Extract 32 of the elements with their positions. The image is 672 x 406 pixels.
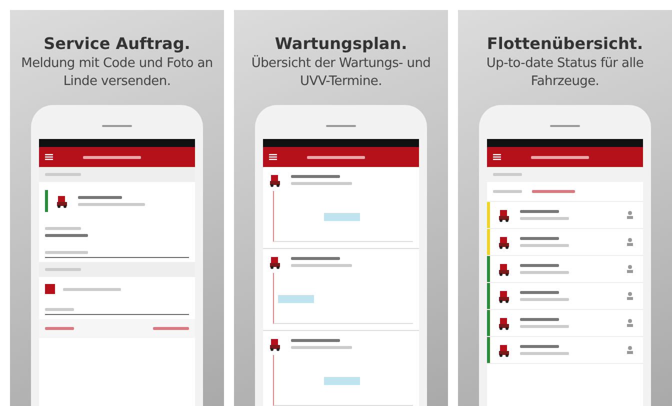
menu-icon[interactable] bbox=[269, 154, 277, 160]
forklift-icon bbox=[269, 255, 283, 270]
menu-icon[interactable] bbox=[493, 154, 501, 160]
person-icon[interactable] bbox=[625, 210, 635, 220]
person-icon[interactable] bbox=[625, 345, 635, 356]
forklift-icon bbox=[498, 289, 512, 304]
vehicle-row[interactable] bbox=[487, 256, 643, 284]
panel-subtitle: Meldung mit Code und Foto an Linde versenden. bbox=[20, 55, 214, 92]
vehicle-row[interactable] bbox=[487, 229, 643, 256]
vehicle-row[interactable] bbox=[487, 337, 643, 364]
person-icon[interactable] bbox=[625, 264, 635, 274]
forklift-icon bbox=[498, 316, 512, 330]
forklift-icon bbox=[269, 173, 283, 188]
panel-title: Wartungsplan. bbox=[274, 34, 408, 53]
vehicle-row[interactable] bbox=[487, 202, 643, 230]
panel-title: Flottenübersicht. bbox=[486, 34, 644, 53]
vehicle-row[interactable] bbox=[487, 310, 643, 338]
forklift-icon bbox=[498, 343, 512, 358]
person-icon[interactable] bbox=[625, 291, 635, 302]
checkbox[interactable] bbox=[45, 284, 55, 294]
panel-subtitle: Up-to-date Status für alle Fahrzeuge. bbox=[485, 55, 645, 92]
forklift-icon bbox=[498, 235, 512, 250]
vehicle-row[interactable] bbox=[487, 283, 643, 310]
panel-title: Service Auftrag. bbox=[44, 34, 190, 53]
person-icon[interactable] bbox=[625, 237, 635, 248]
forklift-icon bbox=[498, 208, 512, 222]
forklift-icon bbox=[498, 262, 512, 276]
person-icon[interactable] bbox=[625, 318, 635, 328]
forklift-icon bbox=[269, 337, 283, 352]
menu-icon[interactable] bbox=[45, 154, 53, 160]
panel-subtitle: Übersicht der Wartungs- und UVV-Termine. bbox=[250, 55, 432, 92]
forklift-icon bbox=[56, 194, 70, 208]
